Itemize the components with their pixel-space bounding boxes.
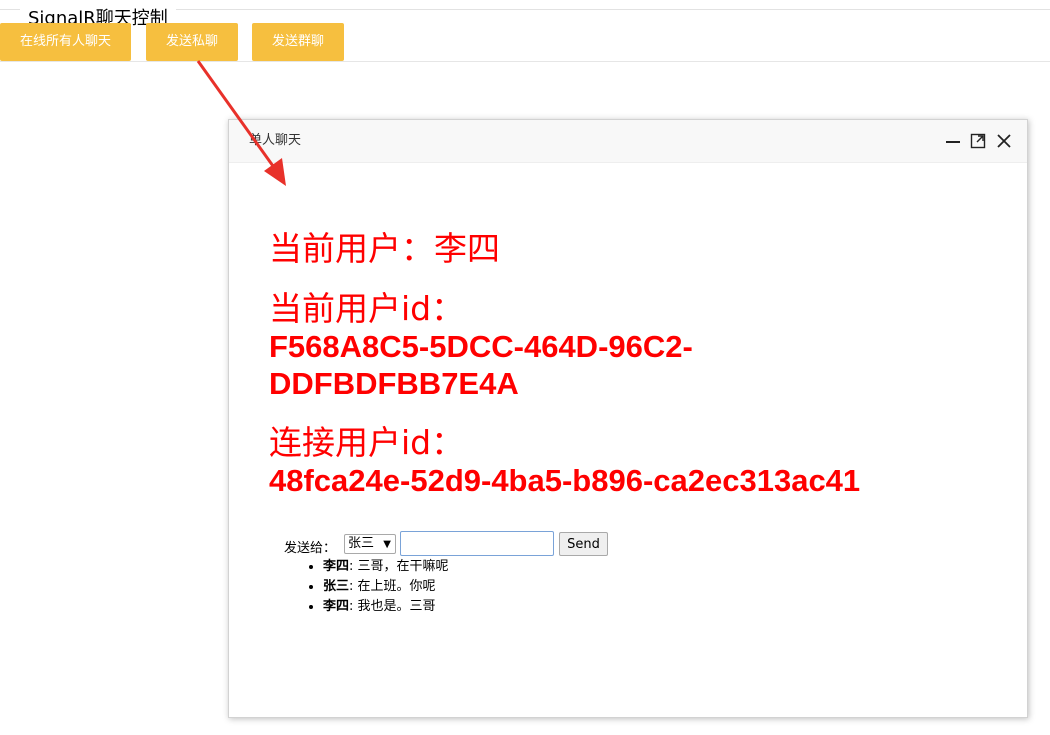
minimize-icon[interactable] [945,133,961,149]
list-item: 李四: 我也是。三哥 [323,597,449,617]
message-text: : 三哥，在干嘛呢 [349,559,449,574]
message-list: 李四: 三哥，在干嘛呢 张三: 在上班。你呢 李四: 我也是。三哥 [307,557,449,617]
current-user-id-label: 当前用户id： [269,289,465,328]
chevron-down-icon: ▼ [383,539,391,550]
online-all-chat-button[interactable]: 在线所有人聊天 [0,23,131,61]
connection-id-block: 连接用户id： 48fca24e-52d9-4ba5-b896-ca2ec313… [269,424,1009,499]
header-divider: SignalR聊天控制 [0,8,1050,30]
maximize-icon[interactable] [970,133,986,149]
current-user-id-block: 当前用户id： F568A8C5-5DCC-464D-96C2-DDFBDFBB… [269,290,1009,402]
close-icon[interactable] [996,133,1012,149]
recipient-selected: 张三 [348,536,375,551]
annotation-arrow-icon [196,60,286,186]
current-user-name: 李四 [434,229,500,268]
message-sender: 李四 [323,599,350,614]
list-item: 张三: 在上班。你呢 [323,577,449,597]
message-sender: 张三 [323,579,350,594]
message-sender: 李四 [323,559,350,574]
message-text: : 我也是。三哥 [349,599,436,614]
recipient-select[interactable]: 张三 ▼ [344,534,396,554]
current-user-id-value: F568A8C5-5DCC-464D-96C2-DDFBDFBB7E4A [269,329,693,401]
private-chat-dialog: 单人聊天 当前用户：李四 当前用户id： F568A8C5-5DCC-464D-… [228,119,1028,718]
list-item: 李四: 三哥，在干嘛呢 [323,557,449,577]
send-to-label: 发送给： [284,541,337,556]
current-user-block: 当前用户：李四 [269,230,1009,268]
dialog-header: 单人聊天 [229,120,1027,163]
user-info: 当前用户：李四 当前用户id： F568A8C5-5DCC-464D-96C2-… [269,230,1009,521]
message-text: : 在上班。你呢 [349,579,436,594]
message-input[interactable] [400,531,554,556]
connection-id-value: 48fca24e-52d9-4ba5-b896-ca2ec313ac41 [269,463,861,498]
send-button[interactable]: Send [559,532,608,556]
current-user-label: 当前用户： [269,229,434,268]
connection-id-label: 连接用户id： [269,423,465,462]
toolbar-divider [0,61,1050,62]
